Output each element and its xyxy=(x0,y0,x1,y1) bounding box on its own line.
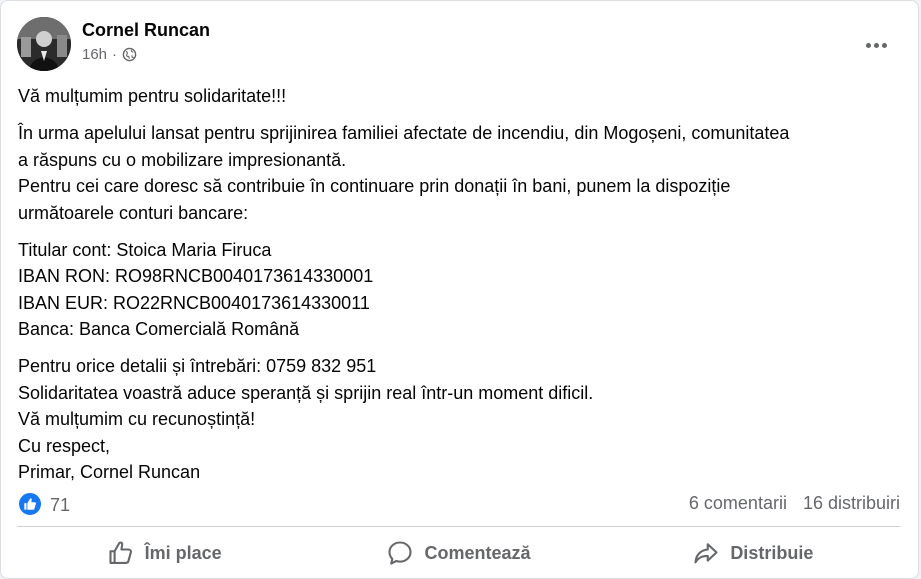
like-count[interactable]: 71 xyxy=(50,495,70,516)
engagement-counts: 6 comentarii 16 distribuiri xyxy=(689,493,900,514)
post-meta: 16h · xyxy=(82,46,137,63)
post-text-line: IBAN EUR: RO22RNCB0040173614330011 xyxy=(18,292,370,313)
avatar[interactable] xyxy=(17,17,71,71)
post-text-line: Primar, Cornel Runcan xyxy=(18,462,201,482)
like-label: Îmi place xyxy=(144,542,222,563)
avatar-image xyxy=(17,17,71,71)
globe-icon[interactable] xyxy=(122,47,137,62)
post-text-line: Pentru cei care doresc să contribuie în … xyxy=(18,176,731,196)
post-text-line: următoarele conturi bancare: xyxy=(18,202,249,223)
thumbs-up-icon xyxy=(109,541,132,564)
more-options-icon[interactable] xyxy=(858,27,894,63)
comment-bubble-icon xyxy=(388,541,413,565)
author-name[interactable]: Cornel Runcan xyxy=(82,20,210,41)
comment-label: Comentează xyxy=(424,542,531,563)
post-text-line: Vă mulțumim pentru solidaritate!!! xyxy=(18,86,287,106)
post-paragraph: Vă mulțumim pentru solidaritate!!! xyxy=(18,83,898,110)
post-text-line: Cu respect, xyxy=(18,435,111,456)
divider xyxy=(17,526,900,527)
post-paragraph: În urma apelului lansat pentru sprijinir… xyxy=(18,120,898,226)
post-text-line: În urma apelului lansat pentru sprijinir… xyxy=(18,123,790,143)
post-paragraph: Pentru orice detalii și întrebări: 0759 … xyxy=(18,353,898,486)
post-card: Cornel Runcan 16h · Vă mulțumim pentru s… xyxy=(0,0,919,579)
meta-separator: · xyxy=(112,46,118,63)
post-text-line: Solidaritatea voastră aduce speranță și … xyxy=(18,382,594,403)
post-text-line: a răspuns cu o mobilizare impresionantă. xyxy=(18,149,347,170)
post-text-line: Banca: Banca Comercială Română xyxy=(18,319,300,339)
like-reaction-icon[interactable] xyxy=(17,491,43,517)
post-stats: 71 6 comentarii 16 distribuiri xyxy=(17,491,900,519)
comment-count[interactable]: 6 comentarii xyxy=(689,493,787,514)
post-text: Vă mulțumim pentru solidaritate!!! În urm… xyxy=(18,83,898,496)
share-button[interactable]: Distribuie xyxy=(606,531,900,575)
comment-button[interactable]: Comentează xyxy=(311,531,605,575)
post-paragraph: Titular cont: Stoica Maria Firuca IBAN RO… xyxy=(18,237,898,343)
post-text-line: Titular cont: Stoica Maria Firuca xyxy=(18,239,272,260)
post-text-line: Pentru orice detalii și întrebări: 0759 … xyxy=(18,356,377,376)
share-count[interactable]: 16 distribuiri xyxy=(803,493,900,514)
post-header: Cornel Runcan 16h · xyxy=(17,17,902,73)
post-text-line: Vă mulțumim cu recunoștință! xyxy=(18,409,256,429)
share-arrow-icon xyxy=(694,543,718,564)
post-timestamp[interactable]: 16h xyxy=(82,46,107,63)
share-label: Distribuie xyxy=(730,542,814,563)
like-button[interactable]: Îmi place xyxy=(17,531,311,575)
post-text-line: IBAN RON: RO98RNCB0040173614330001 xyxy=(18,266,374,286)
action-bar: Îmi place Comentează Distribuie xyxy=(17,531,900,575)
